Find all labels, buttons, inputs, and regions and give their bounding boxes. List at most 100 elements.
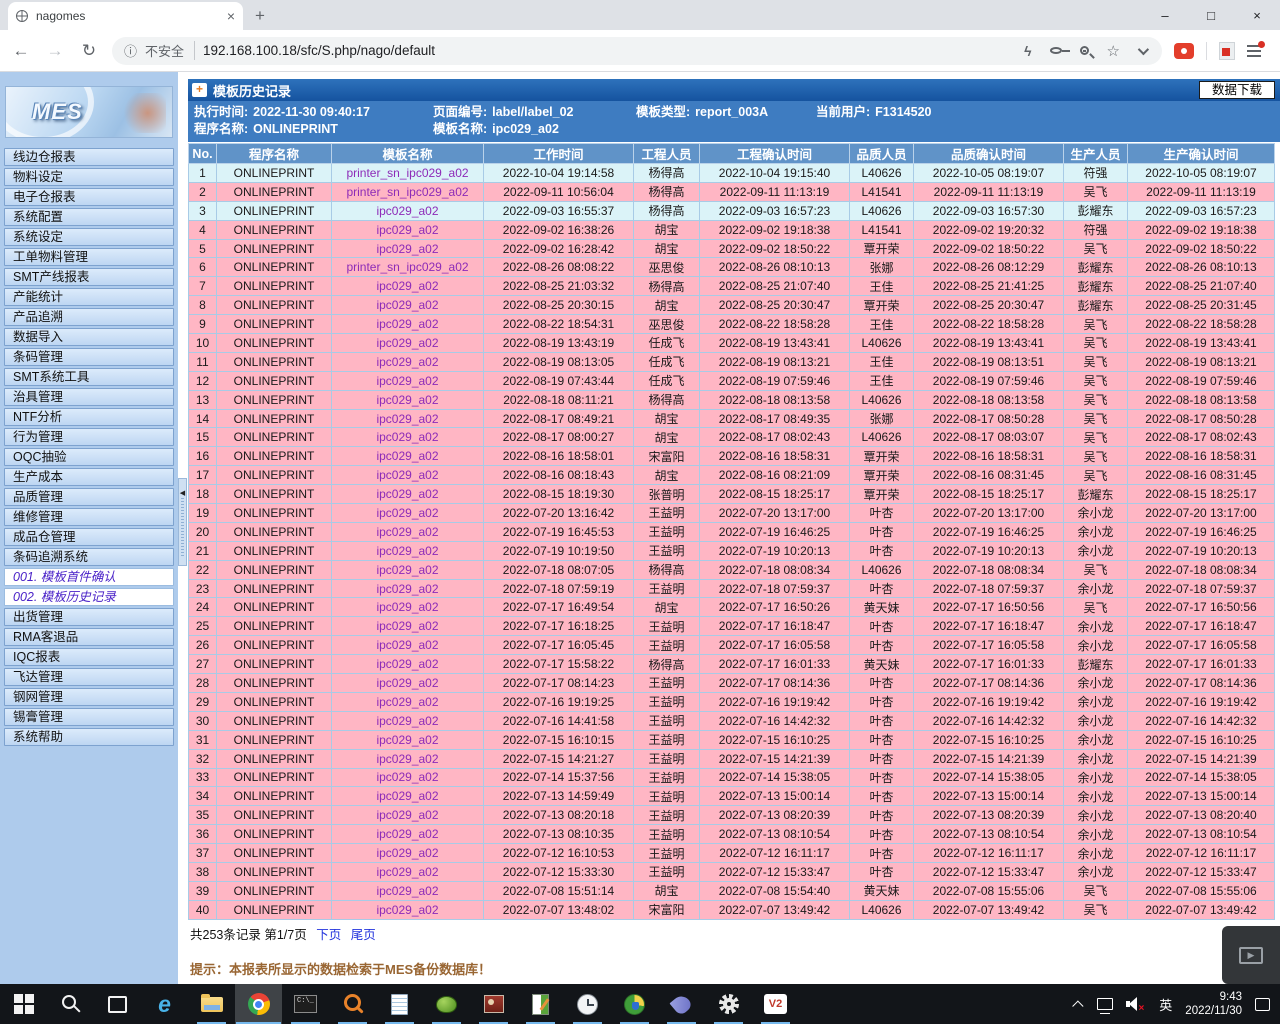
sidebar-item[interactable]: 成品仓管理 — [4, 528, 174, 546]
template-link[interactable]: ipc029_a02 — [332, 390, 484, 409]
sidebar-item[interactable]: 线边仓报表 — [4, 148, 174, 166]
lightning-icon[interactable]: ϟ — [1024, 43, 1031, 59]
sidebar-item[interactable]: 锡膏管理 — [4, 708, 174, 726]
collapse-arrow-icon[interactable]: ◀ — [180, 489, 185, 497]
template-link[interactable]: ipc029_a02 — [332, 881, 484, 900]
extension-red-icon[interactable] — [1174, 43, 1194, 59]
new-tab-button[interactable]: + — [255, 6, 265, 26]
security-shield-button[interactable] — [611, 984, 658, 1024]
template-link[interactable]: ipc029_a02 — [332, 220, 484, 239]
sidebar-item[interactable]: 产能统计 — [4, 288, 174, 306]
template-link[interactable]: ipc029_a02 — [332, 428, 484, 447]
notification-center-icon[interactable] — [1255, 998, 1270, 1011]
template-link[interactable]: ipc029_a02 — [332, 862, 484, 881]
volume-muted-icon[interactable]: × — [1126, 997, 1146, 1011]
site-info-icon[interactable]: ⓘ — [124, 41, 137, 60]
template-link[interactable]: ipc029_a02 — [332, 409, 484, 428]
template-link[interactable]: ipc029_a02 — [332, 711, 484, 730]
template-link[interactable]: ipc029_a02 — [332, 655, 484, 674]
template-link[interactable]: ipc029_a02 — [332, 730, 484, 749]
template-link[interactable]: ipc029_a02 — [332, 560, 484, 579]
dolphin-tool-button[interactable] — [658, 984, 705, 1024]
sidebar-item[interactable]: 飞达管理 — [4, 668, 174, 686]
next-page-link[interactable]: 下页 — [316, 928, 341, 942]
template-link[interactable]: ipc029_a02 — [332, 806, 484, 825]
template-link[interactable]: ipc029_a02 — [332, 201, 484, 220]
search-tool-button[interactable] — [329, 984, 376, 1024]
sidebar-item[interactable]: IQC报表 — [4, 648, 174, 666]
chrome-button[interactable] — [235, 984, 282, 1024]
log-editor-button[interactable] — [517, 984, 564, 1024]
template-link[interactable]: ipc029_a02 — [332, 617, 484, 636]
template-link[interactable]: ipc029_a02 — [332, 768, 484, 787]
template-link[interactable]: ipc029_a02 — [332, 485, 484, 504]
url-bar[interactable]: ⓘ 不安全 192.168.100.18/sfc/S.php/nago/defa… — [112, 37, 1162, 65]
password-key-icon[interactable] — [1050, 47, 1062, 54]
template-link[interactable]: printer_sn_ipc029_a02 — [332, 258, 484, 277]
pdf-extension-icon[interactable] — [1219, 42, 1235, 60]
template-link[interactable]: ipc029_a02 — [332, 522, 484, 541]
template-link[interactable]: ipc029_a02 — [332, 296, 484, 315]
sidebar-item[interactable]: NTF分析 — [4, 408, 174, 426]
remote-tool-button[interactable] — [470, 984, 517, 1024]
template-link[interactable]: ipc029_a02 — [332, 825, 484, 844]
sidebar-item[interactable]: 工单物料管理 — [4, 248, 174, 266]
close-button[interactable]: × — [1234, 0, 1280, 30]
reload-icon[interactable]: ↻ — [78, 41, 100, 61]
sidebar-item[interactable]: 系统帮助 — [4, 728, 174, 746]
sidebar-item[interactable]: 品质管理 — [4, 488, 174, 506]
zoom-out-icon[interactable] — [1080, 46, 1089, 55]
clock-app-button[interactable] — [564, 984, 611, 1024]
sidebar-item[interactable]: OQC抽验 — [4, 448, 174, 466]
sidebar-item[interactable]: 物料设定 — [4, 168, 174, 186]
template-link[interactable]: ipc029_a02 — [332, 239, 484, 258]
internet-explorer-button[interactable]: e — [141, 984, 188, 1024]
maximize-button[interactable]: □ — [1188, 0, 1234, 30]
splitter-handle[interactable]: ◀ — [178, 478, 187, 566]
chevron-down-icon[interactable] — [1138, 43, 1149, 54]
sidebar-item[interactable]: 行为管理 — [4, 428, 174, 446]
template-link[interactable]: ipc029_a02 — [332, 844, 484, 863]
sidebar-item[interactable]: 钢网管理 — [4, 688, 174, 706]
sidebar-splitter[interactable]: ◀ — [178, 72, 188, 984]
file-explorer-button[interactable] — [188, 984, 235, 1024]
data-download-button[interactable]: 数据下载 — [1199, 81, 1275, 99]
sidebar-item[interactable]: 维修管理 — [4, 508, 174, 526]
sidebar-item[interactable]: 条码追溯系统 — [4, 548, 174, 566]
template-link[interactable]: ipc029_a02 — [332, 636, 484, 655]
template-link[interactable]: printer_sn_ipc029_a02 — [332, 182, 484, 201]
start-button[interactable] — [0, 984, 47, 1024]
cast-play-icon[interactable]: ▶ — [1239, 947, 1263, 964]
template-link[interactable]: ipc029_a02 — [332, 466, 484, 485]
template-link[interactable]: printer_sn_ipc029_a02 — [332, 164, 484, 183]
sidebar-item[interactable]: 出货管理 — [4, 608, 174, 626]
back-icon[interactable]: ← — [10, 41, 32, 61]
screencast-overlay[interactable]: ▶ — [1222, 926, 1280, 984]
sidebar-item[interactable]: 系统配置 — [4, 208, 174, 226]
task-view-button[interactable] — [94, 984, 141, 1024]
template-link[interactable]: ipc029_a02 — [332, 787, 484, 806]
browser-menu-icon[interactable] — [1247, 45, 1261, 57]
sidebar-item[interactable]: 生产成本 — [4, 468, 174, 486]
settings-gear-button[interactable] — [705, 984, 752, 1024]
template-link[interactable]: ipc029_a02 — [332, 371, 484, 390]
template-link[interactable]: ipc029_a02 — [332, 900, 484, 919]
sidebar-submenu-item[interactable]: 002. 模板历史记录 — [4, 588, 174, 606]
forward-icon[interactable]: → — [44, 41, 66, 61]
template-link[interactable]: ipc029_a02 — [332, 315, 484, 334]
template-link[interactable]: ipc029_a02 — [332, 579, 484, 598]
url-text[interactable]: 192.168.100.18/sfc/S.php/nago/default — [203, 43, 1016, 58]
template-link[interactable]: ipc029_a02 — [332, 447, 484, 466]
network-icon[interactable] — [1097, 998, 1113, 1010]
tab-close-icon[interactable]: × — [227, 8, 235, 24]
template-link[interactable]: ipc029_a02 — [332, 504, 484, 523]
vnc-viewer-button[interactable]: V2 — [752, 984, 799, 1024]
sidebar-submenu-item[interactable]: 001. 模板首件确认 — [4, 568, 174, 586]
template-link[interactable]: ipc029_a02 — [332, 334, 484, 353]
sidebar-item[interactable]: 产品追溯 — [4, 308, 174, 326]
minimize-button[interactable]: – — [1142, 0, 1188, 30]
search-button[interactable] — [47, 984, 94, 1024]
sidebar-item[interactable]: SMT系统工具 — [4, 368, 174, 386]
template-link[interactable]: ipc029_a02 — [332, 598, 484, 617]
browser-tab[interactable]: nagomes × — [8, 2, 243, 30]
